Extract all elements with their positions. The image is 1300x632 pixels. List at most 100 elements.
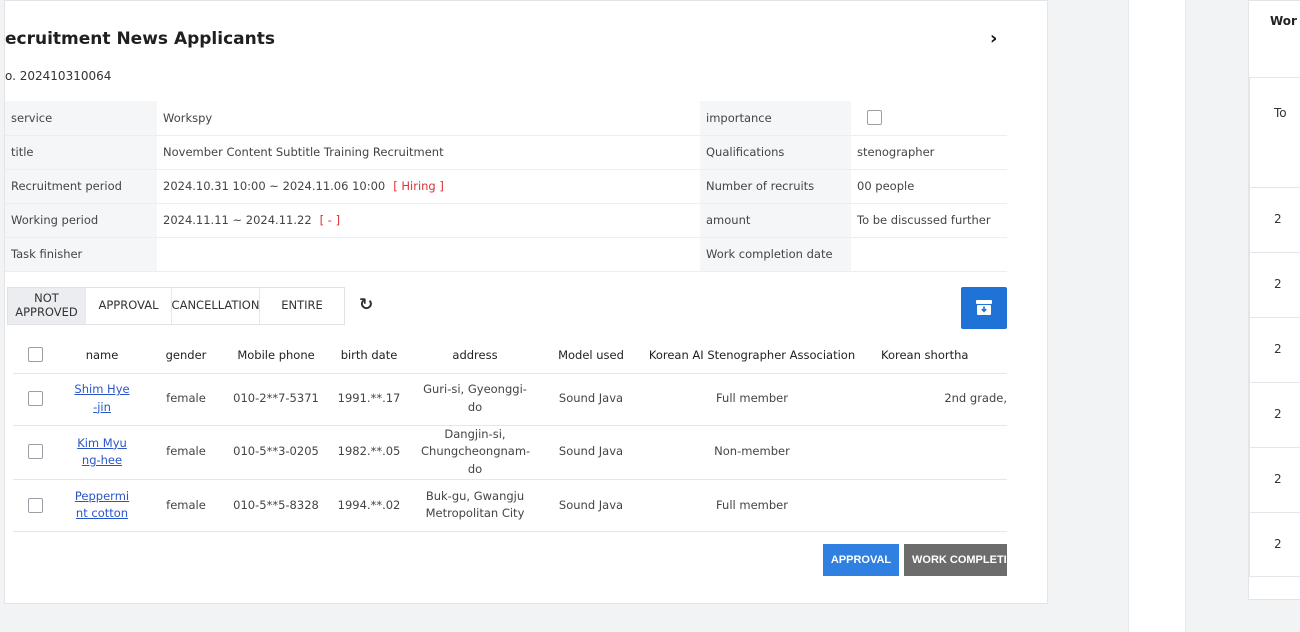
shorthand-cell [861,425,1007,480]
phone-cell: 010-2**7-5371 [225,373,327,426]
info-label: title [5,135,157,170]
address-cell: Guri-si, Gyeonggi-do [411,373,539,426]
info-label: Work completion date [700,237,851,272]
page: ecruitment News Applicants › o. 20241031… [0,0,1300,632]
work-complete-button[interactable]: WORK COMPLETI [904,544,1007,576]
tab-approval[interactable]: APPROVAL [86,288,172,324]
applicant-name-link[interactable]: Kim Myung-hee [74,435,130,470]
birth-cell: 1994.**.02 [327,479,411,532]
approve-button[interactable]: APPROVAL [823,544,899,576]
shorthand-cell [861,479,1007,532]
tab-entire[interactable]: ENTIRE [260,288,344,324]
info-row-title: title November Content Subtitle Training… [5,135,1007,170]
request-number: o. 202410310064 [5,69,112,83]
info-value: To be discussed further [851,203,1007,238]
address-cell: Buk-gu, Gwangju Metropolitan City [411,479,539,532]
gender-cell: female [147,479,225,532]
address-text: Buk-gu, Gwangju Metropolitan City [425,488,525,521]
info-label: service [5,101,157,136]
column-header[interactable]: Mobile phone [225,337,327,374]
tab-not-approved[interactable]: NOT APPROVED [8,288,86,324]
dialog-header: ecruitment News Applicants › [5,25,1047,55]
row-checkbox[interactable] [27,497,43,513]
address-cell: Dangjin-si, Chungcheongnam-do [411,425,539,480]
row-select-cell [13,479,57,532]
address-text: Guri-si, Gyeonggi-do [423,382,527,414]
info-value [157,237,700,272]
close-icon[interactable]: › [990,28,997,49]
info-value: stenographer [851,135,1007,170]
name-cell: Shim Hye-jin [57,373,147,426]
association-cell: Full member [643,479,861,532]
tab-cancellation[interactable]: CANCELLATION [172,288,260,324]
model-cell: Sound Java [539,373,643,426]
phone-cell: 010-5**5-8328 [225,479,327,532]
side-panel-table: To 2 2 2 2 2 2 [1249,77,1300,577]
archive-download-icon [976,300,992,315]
info-value [851,237,1007,272]
side-panel: Wor stat To 2 2 2 2 2 2 [1248,0,1300,600]
importance-cell [851,101,1007,136]
shorthand-cell: 2nd grade, [861,373,1007,426]
table-row: Shim Hye-jin female 010-2**7-5371 1991.*… [13,373,1007,426]
column-header[interactable]: Korean shortha [861,337,1007,374]
info-label: importance [700,101,851,136]
list-item[interactable]: 2 [1250,318,1300,383]
column-header[interactable]: address [411,337,539,374]
column-header[interactable]: gender [147,337,225,374]
info-row-task-finisher: Task finisher Work completion date [5,237,1007,272]
info-value: November Content Subtitle Training Recru… [157,135,700,170]
row-checkbox[interactable] [27,444,43,460]
birth-cell: 1982.**.05 [327,425,411,480]
row-checkbox[interactable] [27,391,43,407]
column-header[interactable]: Model used [539,337,643,374]
side-panel-title: Wor stat [1270,14,1300,28]
list-item[interactable]: 2 [1250,253,1300,318]
importance-checkbox[interactable] [867,110,882,126]
status-badge: [ - ] [319,213,341,227]
table-header-row: name gender Mobile phone birth date addr… [13,337,1007,374]
refresh-icon[interactable]: ↻ [359,295,373,315]
info-row-service: service Workspy importance [5,101,1007,136]
info-label: amount [700,203,851,238]
applicant-name-link[interactable]: Peppermint cotton [74,488,130,523]
download-button[interactable] [961,287,1007,329]
list-item[interactable]: 2 [1250,188,1300,253]
info-label: Recruitment period [5,169,157,204]
dialog-title: ecruitment News Applicants [5,29,275,49]
status-badge: [ Hiring ] [393,179,444,193]
info-label: Working period [5,203,157,238]
column-header[interactable]: Korean AI Stenographer Association [643,337,861,374]
birth-cell: 1991.**.17 [327,373,411,426]
row-select-cell [13,425,57,480]
side-header-cell: To [1250,78,1300,188]
info-value: Workspy [157,101,700,136]
info-row-recruitment-period: Recruitment period 2024.10.31 10:00 ~ 20… [5,169,1007,204]
list-item[interactable]: 2 [1250,383,1300,448]
list-item[interactable]: 2 [1250,448,1300,513]
status-filter-tabs: NOT APPROVED APPROVAL CANCELLATION ENTIR… [7,287,345,325]
info-label: Task finisher [5,237,157,272]
column-header[interactable]: name [57,337,147,374]
model-cell: Sound Java [539,425,643,480]
divider-strip [1128,0,1186,632]
info-value-cell: 2024.10.31 10:00 ~ 2024.11.06 10:00 [ Hir… [157,169,700,204]
info-table: service Workspy importance title Novembe… [5,101,1007,272]
applicant-name-link[interactable]: Shim Hye-jin [74,381,130,416]
table-row: Kim Myung-hee female 010-5**3-0205 1982.… [13,425,1007,480]
list-item[interactable]: 2 [1250,513,1300,578]
model-cell: Sound Java [539,479,643,532]
applicants-dialog: ecruitment News Applicants › o. 20241031… [4,0,1048,604]
info-label: Qualifications [700,135,851,170]
select-all-checkbox[interactable] [27,347,43,363]
column-header[interactable]: birth date [327,337,411,374]
info-value: 2024.10.31 10:00 ~ 2024.11.06 10:00 [163,179,386,193]
info-label: Number of recruits [700,169,851,204]
info-value-cell: 2024.11.11 ~ 2024.11.22 [ - ] [157,203,700,238]
info-value: 2024.11.11 ~ 2024.11.22 [163,213,312,227]
phone-cell: 010-5**3-0205 [225,425,327,480]
info-row-working-period: Working period 2024.11.11 ~ 2024.11.22 [ … [5,203,1007,238]
gender-cell: female [147,373,225,426]
name-cell: Peppermint cotton [57,479,147,532]
applicants-table: name gender Mobile phone birth date addr… [13,337,1007,532]
